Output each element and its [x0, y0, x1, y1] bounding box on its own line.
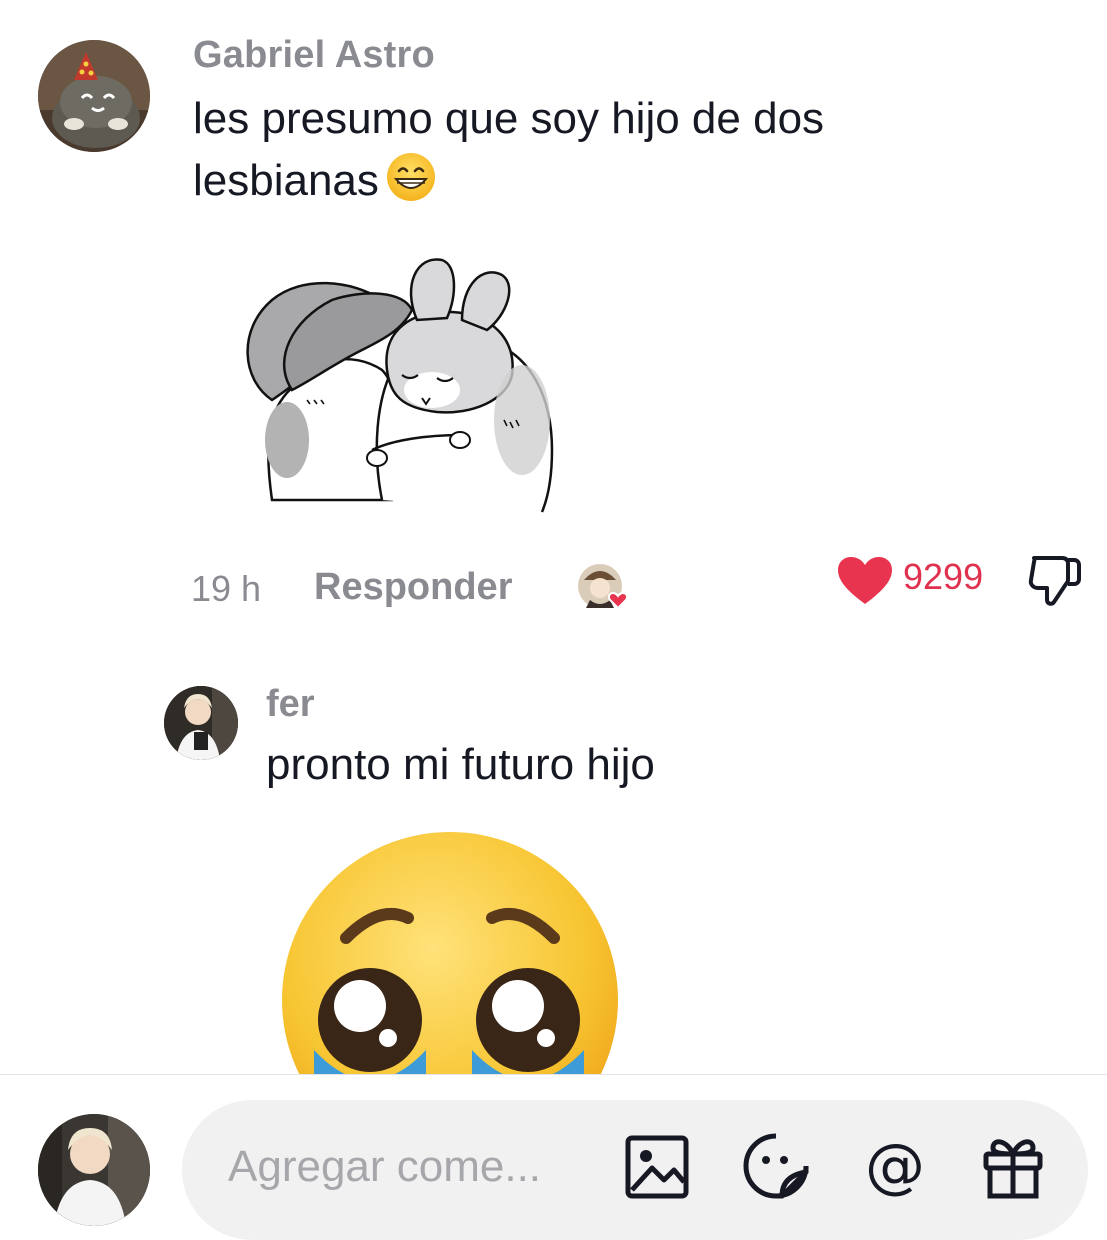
- comment-timestamp: 19 h: [191, 568, 262, 609]
- reply-text: pronto mi futuro hijo: [266, 740, 655, 789]
- svg-text:@: @: [865, 1134, 925, 1200]
- dislike-icon[interactable]: [1026, 552, 1084, 608]
- commenter-avatar[interactable]: [38, 40, 150, 152]
- reply-button[interactable]: Responder: [314, 566, 512, 609]
- mention-icon[interactable]: @: [862, 1131, 928, 1201]
- comment-text-line-1: les presumo que soy hijo de dos: [193, 94, 825, 143]
- reply-author-name[interactable]: fer: [266, 683, 315, 726]
- reply-author-avatar[interactable]: [164, 686, 238, 760]
- hugging-bunnies-sticker: [232, 250, 572, 520]
- pleading-face-sticker: [280, 830, 620, 1075]
- creator-liked-badge: [574, 562, 638, 618]
- sticker-icon[interactable]: [742, 1132, 809, 1199]
- comment-text: les presumo que soy hijo de dos lesbiana…: [193, 88, 993, 220]
- grinning-face-icon: [385, 151, 437, 220]
- like-heart-icon[interactable]: [836, 556, 894, 606]
- comment-text-line-2-wrap: lesbianas: [193, 150, 993, 220]
- comment-input-placeholder: Agregar come...: [228, 1142, 542, 1191]
- current-user-avatar: [38, 1114, 150, 1226]
- gift-icon[interactable]: [980, 1132, 1046, 1199]
- comment-text-line-2: lesbianas: [193, 156, 379, 205]
- comment-author-name[interactable]: Gabriel Astro: [193, 34, 435, 77]
- image-icon[interactable]: [624, 1134, 690, 1200]
- like-count: 9299: [903, 556, 984, 597]
